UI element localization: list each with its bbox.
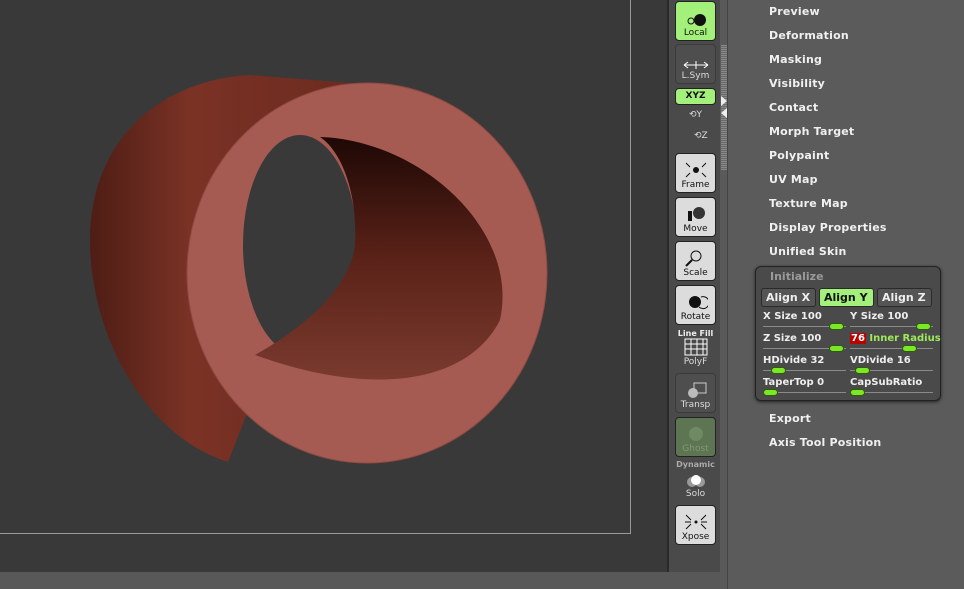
slider-hdivide-[interactable]: HDivide 32 (763, 355, 846, 377)
slider-knob[interactable] (850, 389, 865, 396)
menu-item-axis-tool-position[interactable]: Axis Tool Position (769, 436, 881, 449)
slider-knob[interactable] (828, 345, 844, 352)
menu-item-deformation[interactable]: Deformation (769, 29, 849, 42)
bottom-bar (0, 572, 720, 589)
slider-knob[interactable] (771, 367, 787, 374)
slider-knob[interactable] (901, 345, 917, 352)
slider-label: 76 Inner Radius (850, 333, 941, 344)
slider-knob[interactable] (855, 367, 871, 374)
menu-item-morph-target[interactable]: Morph Target (769, 125, 854, 138)
slider-knob[interactable] (915, 323, 931, 330)
slider-x-size-[interactable]: X Size 100 (763, 311, 846, 333)
solo-icon (686, 475, 705, 487)
slider-z-size-[interactable]: Z Size 100 (763, 333, 846, 355)
align-x-button[interactable]: Align X (761, 288, 816, 307)
lsym-button[interactable]: L.Sym (675, 44, 716, 84)
slider-capsubratio[interactable]: CapSubRatio (850, 377, 933, 399)
menu-item-contact[interactable]: Contact (769, 101, 818, 114)
menu-item-texture-map[interactable]: Texture Map (769, 197, 848, 210)
slider-tapertop-[interactable]: TaperTop 0 (763, 377, 846, 399)
tool-palette: Preview Deformation Masking Visibility Conta… (727, 0, 964, 589)
menu-item-unified-skin[interactable]: Unified Skin (769, 245, 847, 258)
grid-icon (684, 338, 707, 356)
magnifier-icon (684, 250, 701, 267)
slider-label: HDivide 32 (763, 355, 825, 366)
slider-label: TaperTop 0 (763, 377, 825, 388)
local-button[interactable]: Local (675, 1, 716, 41)
slider-label: Y Size 100 (850, 311, 909, 322)
slider-vdivide-[interactable]: VDivide 16 (850, 355, 933, 377)
slider-label: Z Size 100 (763, 333, 822, 344)
xpose-button[interactable]: Xpose (675, 505, 716, 545)
scale-button[interactable]: Scale (675, 241, 716, 281)
rotate-button[interactable]: Rotate (675, 285, 716, 325)
xyz-rotate-button[interactable]: XYZ (675, 88, 716, 105)
local-icon (687, 14, 706, 26)
menu-item-export[interactable]: Export (769, 412, 811, 425)
menu-item-polypaint[interactable]: Polypaint (769, 149, 830, 162)
menu-item-display-properties[interactable]: Display Properties (769, 221, 887, 234)
align-y-button[interactable]: Align Y (819, 288, 874, 307)
slider-knob[interactable] (828, 323, 844, 330)
initialize-subpalette: Initialize Align X Align Y Align Z X Siz… (755, 266, 941, 401)
slider-y-size-[interactable]: Y Size 100 (850, 311, 933, 333)
transparency-icon (687, 382, 706, 398)
xpose-icon (684, 514, 707, 530)
cylinder-mesh (90, 75, 548, 464)
slider-label: X Size 100 (763, 311, 822, 322)
slider-track[interactable] (850, 348, 933, 349)
menu-item-visibility[interactable]: Visibility (769, 77, 825, 90)
frame-button[interactable]: Frame (675, 153, 716, 193)
initialize-title[interactable]: Initialize (770, 270, 824, 283)
align-z-button[interactable]: Align Z (877, 288, 932, 307)
3d-viewport[interactable] (0, 0, 667, 572)
polyf-button[interactable]: PolyF (675, 329, 716, 369)
y-rotate-button[interactable]: ⟲Y (689, 110, 702, 120)
menu-item-preview[interactable]: Preview (769, 5, 820, 18)
ghost-button[interactable]: Ghost (675, 417, 716, 457)
slider-knob[interactable] (763, 389, 778, 396)
transp-button[interactable]: Transp (675, 373, 716, 413)
slider-label: CapSubRatio (850, 377, 923, 388)
ghost-icon (688, 427, 703, 441)
slider-label: VDivide 16 (850, 355, 911, 366)
frame-icon (685, 162, 706, 178)
right-shelf: Local L.Sym XYZ ⟲Y ⟲Z Frame Move Scale R… (667, 0, 720, 572)
menu-item-uv-map[interactable]: UV Map (769, 173, 818, 186)
rotate-icon (688, 296, 708, 310)
slider-inner-radius[interactable]: 76 Inner Radius (850, 333, 941, 355)
hand-icon (687, 207, 705, 221)
symmetry-icon (683, 61, 708, 69)
z-rotate-button[interactable]: ⟲Z (694, 131, 708, 141)
menu-item-masking[interactable]: Masking (769, 53, 822, 66)
move-button[interactable]: Move (675, 197, 716, 237)
solo-button[interactable]: Solo (675, 461, 716, 501)
